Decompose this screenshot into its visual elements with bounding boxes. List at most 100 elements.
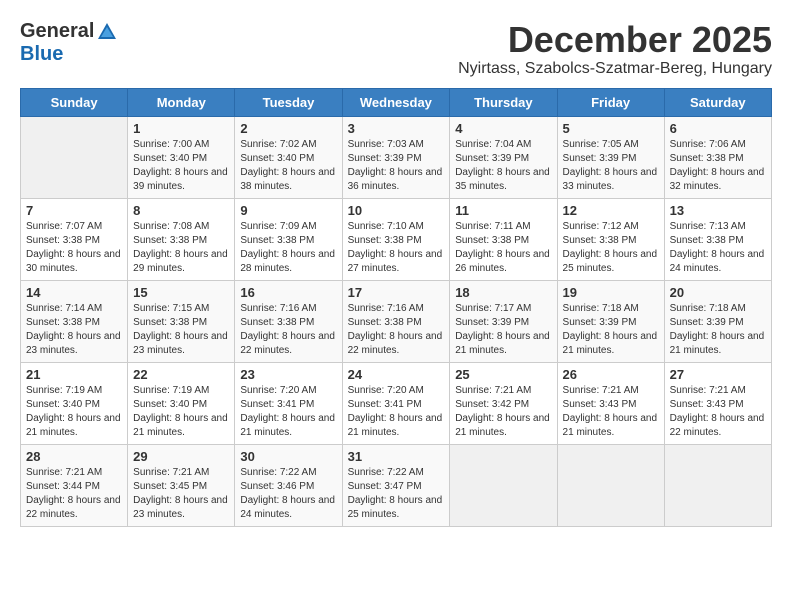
- calendar-cell: 6 Sunrise: 7:06 AMSunset: 3:38 PMDaylight…: [664, 116, 771, 198]
- day-number: 11: [455, 203, 551, 218]
- calendar-cell: 24 Sunrise: 7:20 AMSunset: 3:41 PMDayligh…: [342, 362, 450, 444]
- day-info: Sunrise: 7:20 AMSunset: 3:41 PMDaylight:…: [240, 384, 336, 440]
- day-info: Sunrise: 7:13 AMSunset: 3:38 PMDaylight:…: [670, 220, 766, 276]
- day-number: 19: [563, 285, 659, 300]
- day-info: Sunrise: 7:09 AMSunset: 3:38 PMDaylight:…: [240, 220, 336, 276]
- day-info: Sunrise: 7:22 AMSunset: 3:47 PMDaylight:…: [348, 466, 445, 522]
- day-info: Sunrise: 7:18 AMSunset: 3:39 PMDaylight:…: [670, 302, 766, 358]
- day-number: 6: [670, 121, 766, 136]
- day-info: Sunrise: 7:04 AMSunset: 3:39 PMDaylight:…: [455, 138, 551, 194]
- weekday-header-saturday: Saturday: [664, 88, 771, 116]
- day-info: Sunrise: 7:08 AMSunset: 3:38 PMDaylight:…: [133, 220, 229, 276]
- day-number: 18: [455, 285, 551, 300]
- day-info: Sunrise: 7:20 AMSunset: 3:41 PMDaylight:…: [348, 384, 445, 440]
- logo: General Blue: [20, 20, 118, 66]
- day-info: Sunrise: 7:16 AMSunset: 3:38 PMDaylight:…: [348, 302, 445, 358]
- week-row-3: 14Sunrise: 7:14 AMSunset: 3:38 PMDayligh…: [21, 280, 772, 362]
- calendar-cell: 29Sunrise: 7:21 AMSunset: 3:45 PMDayligh…: [128, 444, 235, 526]
- day-number: 22: [133, 367, 229, 382]
- day-info: Sunrise: 7:21 AMSunset: 3:43 PMDaylight:…: [563, 384, 659, 440]
- calendar: SundayMondayTuesdayWednesdayThursdayFrid…: [20, 88, 772, 527]
- day-info: Sunrise: 7:05 AMSunset: 3:39 PMDaylight:…: [563, 138, 659, 194]
- day-number: 28: [26, 449, 122, 464]
- calendar-cell: 9Sunrise: 7:09 AMSunset: 3:38 PMDaylight…: [235, 198, 342, 280]
- week-row-1: 1 Sunrise: 7:00 AMSunset: 3:40 PMDaylight…: [21, 116, 772, 198]
- calendar-cell: 17 Sunrise: 7:16 AMSunset: 3:38 PMDayligh…: [342, 280, 450, 362]
- calendar-cell: 3 Sunrise: 7:03 AMSunset: 3:39 PMDaylight…: [342, 116, 450, 198]
- day-info: Sunrise: 7:11 AMSunset: 3:38 PMDaylight:…: [455, 220, 551, 276]
- calendar-cell: 14Sunrise: 7:14 AMSunset: 3:38 PMDayligh…: [21, 280, 128, 362]
- day-info: Sunrise: 7:19 AMSunset: 3:40 PMDaylight:…: [26, 384, 122, 440]
- day-number: 12: [563, 203, 659, 218]
- day-info: Sunrise: 7:21 AMSunset: 3:44 PMDaylight:…: [26, 466, 122, 522]
- day-info: Sunrise: 7:21 AMSunset: 3:45 PMDaylight:…: [133, 466, 229, 522]
- day-info: Sunrise: 7:10 AMSunset: 3:38 PMDaylight:…: [348, 220, 445, 276]
- day-number: 27: [670, 367, 766, 382]
- day-number: 10: [348, 203, 445, 218]
- day-number: 8: [133, 203, 229, 218]
- calendar-cell: 30 Sunrise: 7:22 AMSunset: 3:46 PMDayligh…: [235, 444, 342, 526]
- day-number: 20: [670, 285, 766, 300]
- day-info: Sunrise: 7:12 AMSunset: 3:38 PMDaylight:…: [563, 220, 659, 276]
- logo-icon: [96, 21, 118, 43]
- calendar-cell: 8 Sunrise: 7:08 AMSunset: 3:38 PMDaylight…: [128, 198, 235, 280]
- day-number: 21: [26, 367, 122, 382]
- day-number: 17: [348, 285, 445, 300]
- weekday-header-friday: Friday: [557, 88, 664, 116]
- day-number: 4: [455, 121, 551, 136]
- day-info: Sunrise: 7:22 AMSunset: 3:46 PMDaylight:…: [240, 466, 336, 522]
- calendar-cell: 21 Sunrise: 7:19 AMSunset: 3:40 PMDayligh…: [21, 362, 128, 444]
- calendar-cell: [557, 444, 664, 526]
- calendar-cell: 10 Sunrise: 7:10 AMSunset: 3:38 PMDayligh…: [342, 198, 450, 280]
- calendar-cell: 16Sunrise: 7:16 AMSunset: 3:38 PMDayligh…: [235, 280, 342, 362]
- day-number: 1: [133, 121, 229, 136]
- location-title: Nyirtass, Szabolcs-Szatmar-Bereg, Hungar…: [458, 60, 772, 78]
- day-number: 15: [133, 285, 229, 300]
- calendar-cell: 12 Sunrise: 7:12 AMSunset: 3:38 PMDayligh…: [557, 198, 664, 280]
- day-number: 31: [348, 449, 445, 464]
- calendar-cell: [664, 444, 771, 526]
- calendar-cell: 27 Sunrise: 7:21 AMSunset: 3:43 PMDayligh…: [664, 362, 771, 444]
- title-area: December 2025 Nyirtass, Szabolcs-Szatmar…: [458, 20, 772, 78]
- day-number: 23: [240, 367, 336, 382]
- day-info: Sunrise: 7:21 AMSunset: 3:42 PMDaylight:…: [455, 384, 551, 440]
- day-number: 16: [240, 285, 336, 300]
- calendar-cell: 11 Sunrise: 7:11 AMSunset: 3:38 PMDayligh…: [450, 198, 557, 280]
- calendar-cell: 20 Sunrise: 7:18 AMSunset: 3:39 PMDayligh…: [664, 280, 771, 362]
- calendar-cell: 22 Sunrise: 7:19 AMSunset: 3:40 PMDayligh…: [128, 362, 235, 444]
- day-info: Sunrise: 7:21 AMSunset: 3:43 PMDaylight:…: [670, 384, 766, 440]
- weekday-header-wednesday: Wednesday: [342, 88, 450, 116]
- day-info: Sunrise: 7:15 AMSunset: 3:38 PMDaylight:…: [133, 302, 229, 358]
- calendar-cell: 4 Sunrise: 7:04 AMSunset: 3:39 PMDaylight…: [450, 116, 557, 198]
- day-number: 5: [563, 121, 659, 136]
- day-info: Sunrise: 7:00 AMSunset: 3:40 PMDaylight:…: [133, 138, 229, 194]
- weekday-header-sunday: Sunday: [21, 88, 128, 116]
- month-title: December 2025: [458, 20, 772, 60]
- day-number: 24: [348, 367, 445, 382]
- calendar-cell: 26Sunrise: 7:21 AMSunset: 3:43 PMDayligh…: [557, 362, 664, 444]
- calendar-cell: 7Sunrise: 7:07 AMSunset: 3:38 PMDaylight…: [21, 198, 128, 280]
- week-row-4: 21 Sunrise: 7:19 AMSunset: 3:40 PMDayligh…: [21, 362, 772, 444]
- calendar-cell: 2 Sunrise: 7:02 AMSunset: 3:40 PMDaylight…: [235, 116, 342, 198]
- calendar-cell: 13Sunrise: 7:13 AMSunset: 3:38 PMDayligh…: [664, 198, 771, 280]
- calendar-cell: [450, 444, 557, 526]
- day-info: Sunrise: 7:19 AMSunset: 3:40 PMDaylight:…: [133, 384, 229, 440]
- calendar-cell: 1 Sunrise: 7:00 AMSunset: 3:40 PMDaylight…: [128, 116, 235, 198]
- calendar-cell: 15 Sunrise: 7:15 AMSunset: 3:38 PMDayligh…: [128, 280, 235, 362]
- calendar-cell: 28 Sunrise: 7:21 AMSunset: 3:44 PMDayligh…: [21, 444, 128, 526]
- day-info: Sunrise: 7:17 AMSunset: 3:39 PMDaylight:…: [455, 302, 551, 358]
- day-number: 3: [348, 121, 445, 136]
- header: General Blue December 2025 Nyirtass, Sza…: [20, 20, 772, 78]
- day-info: Sunrise: 7:03 AMSunset: 3:39 PMDaylight:…: [348, 138, 445, 194]
- day-info: Sunrise: 7:02 AMSunset: 3:40 PMDaylight:…: [240, 138, 336, 194]
- logo-blue-text: Blue: [20, 43, 63, 66]
- calendar-cell: [21, 116, 128, 198]
- day-info: Sunrise: 7:06 AMSunset: 3:38 PMDaylight:…: [670, 138, 766, 194]
- day-number: 2: [240, 121, 336, 136]
- calendar-cell: 5 Sunrise: 7:05 AMSunset: 3:39 PMDaylight…: [557, 116, 664, 198]
- week-row-5: 28 Sunrise: 7:21 AMSunset: 3:44 PMDayligh…: [21, 444, 772, 526]
- week-row-2: 7Sunrise: 7:07 AMSunset: 3:38 PMDaylight…: [21, 198, 772, 280]
- day-number: 30: [240, 449, 336, 464]
- weekday-header-thursday: Thursday: [450, 88, 557, 116]
- day-info: Sunrise: 7:18 AMSunset: 3:39 PMDaylight:…: [563, 302, 659, 358]
